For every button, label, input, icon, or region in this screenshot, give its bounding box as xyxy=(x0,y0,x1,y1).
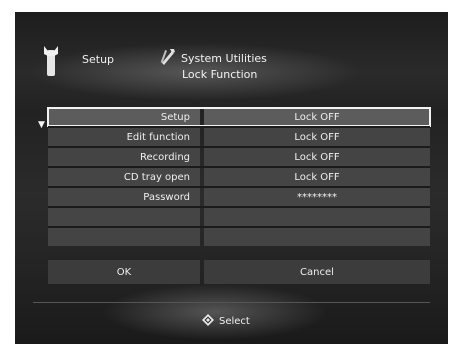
cancel-button[interactable]: Cancel xyxy=(204,260,430,284)
row-value[interactable]: Lock OFF xyxy=(204,148,430,166)
row-label: Setup xyxy=(48,108,200,126)
screen: Setup System Utilities Lock Function ▼ S… xyxy=(15,12,448,344)
dpad-icon xyxy=(202,314,214,326)
row-value[interactable]: Lock OFF xyxy=(204,108,430,126)
lock-function-panel: Setup Lock OFF Edit function Lock OFF Re… xyxy=(47,107,431,258)
wrench-icon xyxy=(44,46,58,76)
row-label xyxy=(48,208,200,226)
header-setup-label: Setup xyxy=(82,53,115,66)
row-cd-tray-open[interactable]: CD tray open Lock OFF xyxy=(48,168,430,186)
row-value[interactable]: Lock OFF xyxy=(204,128,430,146)
page-title: Lock Function xyxy=(182,68,258,81)
row-password[interactable]: Password ******** xyxy=(48,188,430,206)
row-recording[interactable]: Recording Lock OFF xyxy=(48,148,430,166)
row-empty xyxy=(48,208,430,226)
row-label: Password xyxy=(48,188,200,206)
ok-button[interactable]: OK xyxy=(48,260,200,284)
footer-select-label: Select xyxy=(219,316,250,327)
tools-icon xyxy=(160,49,175,65)
row-label xyxy=(48,228,200,246)
password-field[interactable]: ******** xyxy=(204,188,430,206)
row-value[interactable]: Lock OFF xyxy=(204,168,430,186)
row-setup[interactable]: Setup Lock OFF xyxy=(47,107,431,127)
row-value xyxy=(204,228,430,246)
row-label: Recording xyxy=(48,148,200,166)
row-empty xyxy=(48,228,430,246)
header-utility-label: System Utilities xyxy=(181,52,267,65)
scroll-down-arrow-icon[interactable]: ▼ xyxy=(38,120,45,130)
footer-divider xyxy=(33,302,430,303)
row-value xyxy=(204,208,430,226)
row-edit-function[interactable]: Edit function Lock OFF xyxy=(48,128,430,146)
row-label: CD tray open xyxy=(48,168,200,186)
row-label: Edit function xyxy=(48,128,200,146)
